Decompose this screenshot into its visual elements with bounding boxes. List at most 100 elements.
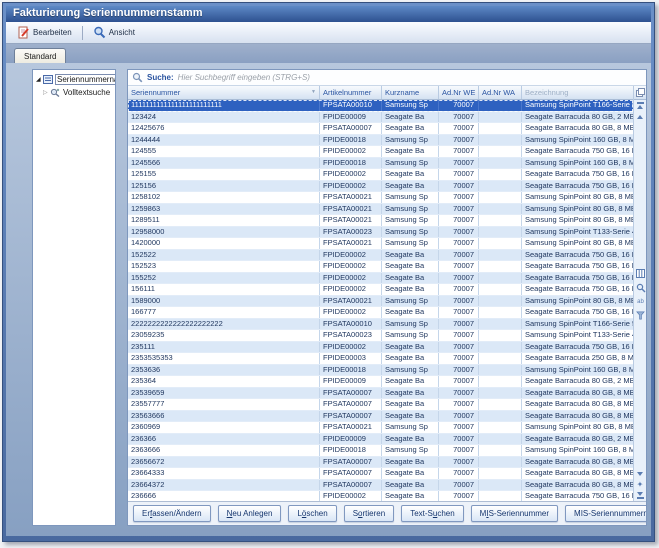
sortieren-button[interactable]: Sortieren [344, 505, 394, 522]
table-row[interactable]: 12425676FPSATA00007Seagate Ba70007Seagat… [128, 123, 633, 135]
bearbeiten-button[interactable]: Bearbeiten [11, 24, 78, 42]
cell-bezeichnung: Samsung SpinPoint 80 GB, 8 MB, 7200, S-A… [522, 192, 633, 203]
table-row[interactable]: 236666FPIDE00002Seagate Ba70007Seagate B… [128, 491, 633, 501]
cell-artikelnummer: FPSATA00007 [320, 399, 382, 410]
table-row[interactable]: 1589000FPSATA00021Samsung Sp70007Samsung… [128, 296, 633, 308]
mis-seriennummer-button[interactable]: MIS-Seriennummer [471, 505, 558, 522]
cell-kurzname: Seagate Ba [382, 307, 439, 318]
cell-kurzname: Samsung Sp [382, 100, 439, 111]
table-row[interactable]: 152522FPIDE00002Seagate Ba70007Seagate B… [128, 250, 633, 262]
table-row[interactable]: 235111FPIDE00002Seagate Ba70007Seagate B… [128, 342, 633, 354]
sort-arrow-icon[interactable]: ▼ [311, 89, 316, 95]
table-row[interactable]: 2353535353FPIDE00003Seagate Ba70007Seaga… [128, 353, 633, 365]
table-row[interactable]: 156111FPIDE00002Seagate Ba70007Seagate B… [128, 284, 633, 296]
ansicht-button[interactable]: Ansicht [87, 24, 141, 42]
table-row[interactable]: 1259863FPSATA00021Samsung Sp70007Samsung… [128, 204, 633, 216]
column-header-artikelnummer[interactable]: Artikelnummer [320, 86, 382, 99]
cell-seriennummer: 1245566 [128, 158, 320, 169]
cell-kurzname: Seagate Ba [382, 388, 439, 399]
magnifier-icon [93, 26, 106, 39]
column-header-ad-nr-we[interactable]: Ad.Nr WE [439, 86, 479, 99]
scroll-down-button[interactable] [635, 468, 646, 479]
cell-artikelnummer: FPIDE00009 [320, 112, 382, 123]
column-chooser-icon[interactable] [634, 86, 646, 100]
table-row[interactable]: 23656672FPSATA00007Seagate Ba70007Seagat… [128, 457, 633, 469]
table-row[interactable]: 23664372FPSATA00007Seagate Ba70007Seagat… [128, 480, 633, 492]
cell-ad-nr-we: 70007 [439, 468, 479, 479]
columns-icon[interactable] [635, 268, 646, 279]
table-row[interactable]: 155252FPIDE00002Seagate Ba70007Seagate B… [128, 273, 633, 285]
table-row[interactable]: 166777FPIDE00002Seagate Ba70007Seagate B… [128, 307, 633, 319]
overlap-rects-icon [636, 88, 645, 97]
table-row[interactable]: 23563666FPSATA00007Seagate Ba70007Seagat… [128, 411, 633, 423]
cell-bezeichnung: Seagate Barracuda 750 GB, 16 MB, 7200 [522, 491, 633, 501]
cell-artikelnummer: FPSATA00021 [320, 215, 382, 226]
bearbeiten-label: Bearbeiten [33, 28, 72, 37]
filter-icon[interactable] [635, 310, 646, 321]
cell-seriennummer: 152523 [128, 261, 320, 272]
table-row[interactable]: 23664333FPSATA00007Seagate Ba70007Seagat… [128, 468, 633, 480]
table-row[interactable]: 125155FPIDE00002Seagate Ba70007Seagate B… [128, 169, 633, 181]
table-row[interactable]: 1111111111111111111111111FPSATA00010Sams… [128, 100, 633, 112]
cell-bezeichnung: Seagate Barracuda 750 GB, 16 MB, 7200 [522, 284, 633, 295]
table-row[interactable]: 123424FPIDE00009Seagate Ba70007Seagate B… [128, 112, 633, 124]
table-row[interactable]: 152523FPIDE00002Seagate Ba70007Seagate B… [128, 261, 633, 273]
cell-kurzname: Seagate Ba [382, 342, 439, 353]
table-row[interactable]: 1244444FPIDE00018Samsung Sp70007Samsung … [128, 135, 633, 147]
erfassen-ändern-button[interactable]: Erfassen/Ändern [133, 505, 211, 522]
cell-ad-nr-we: 70007 [439, 146, 479, 157]
scroll-up-button[interactable] [635, 111, 646, 122]
table-row[interactable]: 23539659FPSATA00007Seagate Ba70007Seagat… [128, 388, 633, 400]
table-row[interactable]: 124555FPIDE00002Seagate Ba70007Seagate B… [128, 146, 633, 158]
mis-seriennummernbewegungen-button[interactable]: MIS-Seriennummernbewegungen [565, 505, 647, 522]
scrollbar-track[interactable]: ab ✦ [634, 100, 646, 501]
scroll-nav-diamond[interactable]: ✦ [635, 479, 646, 490]
sidebar-tree: ◢ Seriennummernauswahl ▷ Vollt [32, 69, 116, 526]
neu-anlegen-button[interactable]: Neu Anlegen [218, 505, 282, 522]
table-row[interactable]: 1420000FPSATA00021Samsung Sp70007Samsung… [128, 238, 633, 250]
cell-kurzname: Samsung Sp [382, 238, 439, 249]
cell-kurzname: Samsung Sp [382, 330, 439, 341]
panel-splitter[interactable] [120, 69, 123, 526]
search-rows-icon[interactable] [635, 282, 646, 293]
table-row[interactable]: 23557777FPSATA00007Seagate Ba70007Seagat… [128, 399, 633, 411]
table-row[interactable]: 235364FPIDE00009Seagate Ba70007Seagate B… [128, 376, 633, 388]
cell-bezeichnung: Samsung SpinPoint T133-Serie 400 GB, 720… [522, 227, 633, 238]
cell-kurzname: Seagate Ba [382, 353, 439, 364]
cell-seriennummer: 236366 [128, 434, 320, 445]
search-bar[interactable]: Suche: Hier Suchbegriff eingeben (STRG+S… [128, 70, 646, 86]
table-row[interactable]: 1245566FPIDE00018Samsung Sp70007Samsung … [128, 158, 633, 170]
tree-item-seriennummernauswahl[interactable]: ◢ Seriennummernauswahl [33, 73, 115, 86]
cell-ad-nr-we: 70007 [439, 491, 479, 501]
column-header-bezeichnung[interactable]: Bezeichnung [522, 86, 633, 99]
tree-item-volltextsuche[interactable]: ▷ Volltextsuche [33, 86, 115, 99]
text-match-icon[interactable]: ab [635, 296, 646, 307]
table-row[interactable]: 125156FPIDE00002Seagate Ba70007Seagate B… [128, 181, 633, 193]
table-row[interactable]: 1289511FPSATA00021Samsung Sp70007Samsung… [128, 215, 633, 227]
table-row[interactable]: 236366FPIDE00009Seagate Ba70007Seagate B… [128, 434, 633, 446]
window-titlebar[interactable]: Fakturierung Seriennummernstamm [6, 6, 651, 22]
table-row[interactable]: 2360969FPSATA00021Samsung Sp70007Samsung… [128, 422, 633, 434]
table-row[interactable]: 23059235FPSATA00023Samsung Sp70007Samsun… [128, 330, 633, 342]
cell-bezeichnung: Samsung SpinPoint 80 GB, 8 MB, 7200, S-A… [522, 215, 633, 226]
text-suchen-button[interactable]: Text-Suchen [401, 505, 463, 522]
column-header-kurzname[interactable]: Kurzname [382, 86, 439, 99]
fulltext-search-icon [50, 88, 60, 97]
scroll-to-top-button[interactable] [635, 100, 646, 111]
column-header-seriennummer[interactable]: Seriennummer▼ [128, 86, 320, 99]
cell-ad-nr-wa [479, 100, 522, 111]
table-row[interactable]: 2353636FPIDE00018Samsung Sp70007Samsung … [128, 365, 633, 377]
table-row[interactable]: 2363666FPIDE00018Samsung Sp70007Samsung … [128, 445, 633, 457]
tree-collapsed-icon[interactable]: ▷ [43, 89, 50, 96]
cell-bezeichnung: Seagate Barracuda 750 GB, 16 MB, 7200 [522, 250, 633, 261]
table-row[interactable]: 1258102FPSATA00021Samsung Sp70007Samsung… [128, 192, 633, 204]
scroll-to-bottom-button[interactable] [635, 490, 646, 501]
tree-expanded-icon[interactable]: ◢ [36, 76, 43, 83]
column-header-ad-nr-wa[interactable]: Ad.Nr WA [479, 86, 522, 99]
column-header-label: Ad.Nr WA [482, 88, 515, 97]
cell-seriennummer: 12425676 [128, 123, 320, 134]
löschen-button[interactable]: Löschen [288, 505, 336, 522]
table-row[interactable]: 12958000FPSATA00023Samsung Sp70007Samsun… [128, 227, 633, 239]
cell-bezeichnung: Samsung SpinPoint 160 GB, 8 MB, 7200 [522, 158, 633, 169]
table-row[interactable]: 2222222222222222222222FPSATA00010Samsung… [128, 319, 633, 331]
